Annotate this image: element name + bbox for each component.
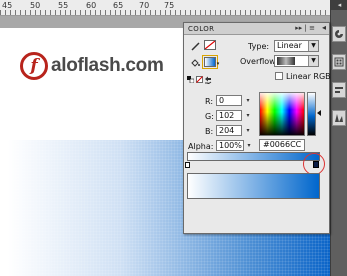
fill-swatch-dropdown-icon[interactable]: ▾	[215, 58, 221, 69]
brightness-slider[interactable]	[307, 92, 316, 136]
no-color-icon[interactable]	[195, 74, 203, 85]
chevron-down-icon: ▼	[308, 56, 318, 66]
ruler-label: 75	[164, 1, 175, 10]
right-dock: ◂	[330, 0, 347, 276]
ruler-label: 70	[139, 1, 150, 10]
align-panel-icon[interactable]	[332, 82, 346, 98]
pencil-icon[interactable]	[189, 40, 202, 51]
type-value: Linear	[277, 41, 302, 50]
ruler-label: 50	[30, 1, 41, 10]
gradient-preview	[187, 173, 320, 199]
ruler-label: 60	[86, 1, 97, 10]
b-label: B:	[205, 127, 214, 136]
r-label: R:	[205, 97, 214, 106]
horizontal-ruler: 45 50 55 60 65 70 75	[0, 0, 330, 16]
b-stepper-icon[interactable]: ▾	[244, 125, 252, 136]
ruler-label: 45	[2, 1, 13, 10]
r-stepper-icon[interactable]: ▾	[244, 95, 252, 106]
stroke-color-swatch[interactable]	[204, 40, 216, 50]
ruler-label: 55	[58, 1, 69, 10]
panel-title: COLOR	[188, 24, 215, 33]
logo-mark: f	[20, 52, 48, 80]
ruler-label: 65	[113, 1, 124, 10]
watermark-logo: f aloflash.com	[20, 52, 164, 80]
b-field[interactable]: 204	[216, 125, 242, 136]
r-field[interactable]: 0	[216, 95, 242, 106]
overflow-dropdown[interactable]: ▼	[274, 55, 319, 67]
color-spectrum-picker[interactable]	[259, 92, 305, 136]
g-stepper-icon[interactable]: ▾	[244, 110, 252, 121]
overflow-preview	[277, 57, 295, 65]
black-white-icon[interactable]	[186, 74, 194, 85]
linear-rgb-label: Linear RGB	[286, 72, 331, 81]
g-field[interactable]: 102	[216, 110, 242, 121]
panel-collapse-icon[interactable]: ◂	[322, 23, 326, 32]
linear-rgb-checkbox[interactable]	[275, 72, 283, 80]
panel-header[interactable]: COLOR ▸▸ | ≡ ◂	[184, 23, 329, 35]
gradient-stop-left[interactable]	[185, 162, 190, 168]
dock-expand-icon[interactable]: ◂	[331, 0, 347, 10]
properties-panel-icon[interactable]	[332, 26, 346, 42]
swap-colors-icon[interactable]	[204, 74, 212, 85]
alpha-field[interactable]: 100%	[216, 140, 244, 151]
transform-panel-icon[interactable]	[332, 110, 346, 126]
highlight-circle	[303, 153, 325, 175]
type-label: Type:	[248, 42, 270, 51]
alpha-stepper-icon[interactable]: ▾	[245, 140, 253, 151]
brightness-slider-handle[interactable]	[317, 110, 321, 116]
ruler-ticks	[0, 10, 330, 15]
library-panel-icon[interactable]	[332, 54, 346, 70]
overflow-label: Overflow:	[240, 57, 278, 66]
g-label: G:	[205, 112, 214, 121]
panel-menu-icon[interactable]: ▸▸ | ≡	[295, 24, 315, 32]
chevron-down-icon: ▼	[308, 41, 318, 51]
alpha-label: Alpha:	[188, 142, 214, 151]
logo-text: aloflash.com	[51, 55, 164, 76]
type-dropdown[interactable]: Linear ▼	[274, 40, 319, 52]
gradient-definition-bar[interactable]	[187, 152, 320, 161]
paint-bucket-icon[interactable]	[189, 57, 202, 68]
hex-color-field[interactable]: #0066CC	[259, 139, 305, 151]
